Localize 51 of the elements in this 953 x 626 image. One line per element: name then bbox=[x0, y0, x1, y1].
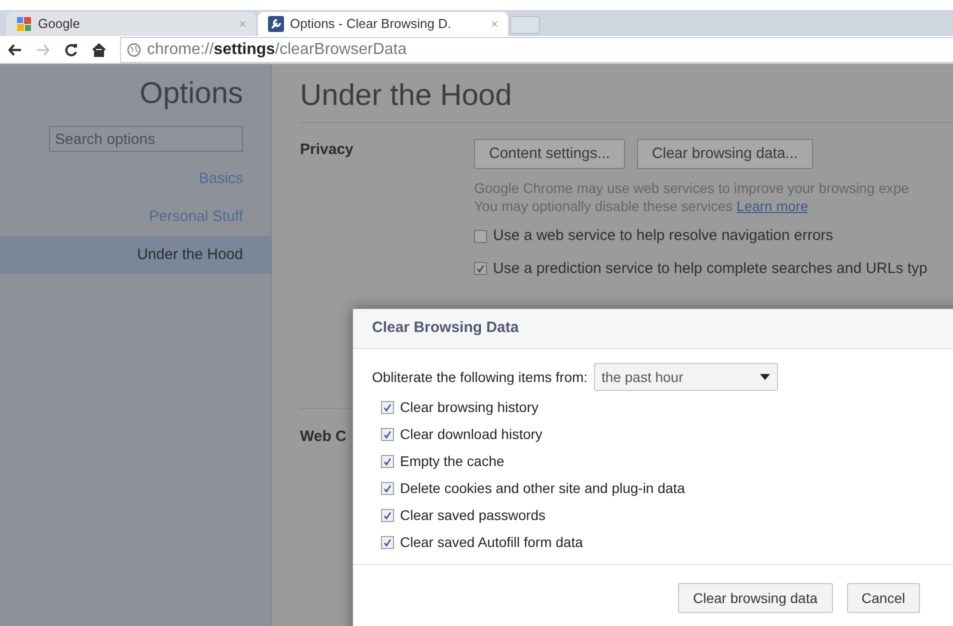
address-bar[interactable]: chrome://settings/clearBrowserData bbox=[120, 36, 953, 62]
sidebar-title: Options bbox=[140, 76, 244, 112]
checkbox-label: Clear browsing history bbox=[400, 398, 538, 417]
checkbox[interactable] bbox=[381, 509, 394, 522]
sidebar-item[interactable]: Under the Hood bbox=[0, 236, 271, 274]
checkbox[interactable] bbox=[381, 482, 394, 495]
settings-button[interactable]: Content settings... bbox=[474, 139, 625, 169]
checkbox[interactable] bbox=[381, 536, 394, 549]
dialog-button[interactable]: Clear browsing data bbox=[678, 583, 833, 613]
section-label: Privacy bbox=[300, 140, 354, 160]
dialog-title: Clear Browsing Data bbox=[372, 318, 519, 338]
browser-tab[interactable]: Options - Clear Browsing D. × bbox=[258, 12, 508, 36]
home-icon[interactable] bbox=[92, 42, 106, 56]
checkbox[interactable] bbox=[381, 455, 394, 468]
learn-more-link[interactable]: Learn more bbox=[736, 198, 808, 214]
checkbox[interactable] bbox=[474, 262, 487, 276]
caret-icon bbox=[760, 374, 770, 380]
reload-icon[interactable] bbox=[64, 42, 78, 56]
checkbox[interactable] bbox=[381, 428, 394, 441]
checkmark-icon bbox=[476, 264, 485, 274]
close-button[interactable]: × bbox=[490, 15, 498, 33]
checkmark-icon bbox=[383, 457, 392, 466]
browser-tab[interactable]: Google × bbox=[6, 12, 256, 36]
checkbox-label: Clear saved Autofill form data bbox=[400, 533, 583, 552]
checkbox-label: Clear download history bbox=[400, 425, 542, 444]
search-field[interactable]: Search options bbox=[49, 126, 243, 152]
range-label: Obliterate the following items from: bbox=[372, 368, 588, 387]
tab-title: Options - Clear Browsing D. bbox=[290, 15, 452, 34]
checkmark-icon bbox=[383, 403, 392, 412]
wrench-icon bbox=[268, 16, 284, 32]
range-dropdown[interactable]: the past hour bbox=[594, 363, 778, 391]
page-title: Under the Hood bbox=[300, 78, 513, 114]
checkbox-label: Delete cookies and other site and plug-in data bbox=[400, 479, 685, 498]
checkbox-label: Clear saved passwords bbox=[400, 506, 546, 525]
checkbox[interactable] bbox=[381, 401, 394, 414]
checkmark-icon bbox=[383, 538, 392, 547]
option-label: Use a prediction service to help complete searches and URLs typ bbox=[493, 258, 928, 278]
checkmark-icon bbox=[383, 484, 392, 493]
option-label: Use a web service to help resolve navigation errors bbox=[493, 226, 834, 246]
dialog-button[interactable]: Cancel bbox=[846, 583, 920, 613]
squares-icon bbox=[16, 16, 32, 32]
checkbox-label: Empty the cache bbox=[400, 452, 504, 471]
section-label: Web C bbox=[300, 428, 346, 445]
checkbox[interactable] bbox=[474, 230, 487, 243]
settings-button[interactable]: Clear browsing data... bbox=[636, 139, 813, 169]
url-text: chrome://settings/clearBrowserData bbox=[147, 40, 407, 60]
tab-title: Google bbox=[38, 15, 81, 34]
back-icon[interactable] bbox=[8, 42, 22, 56]
checkmark-icon bbox=[383, 430, 392, 439]
checkmark-icon bbox=[383, 511, 392, 520]
globe-icon bbox=[127, 42, 141, 56]
